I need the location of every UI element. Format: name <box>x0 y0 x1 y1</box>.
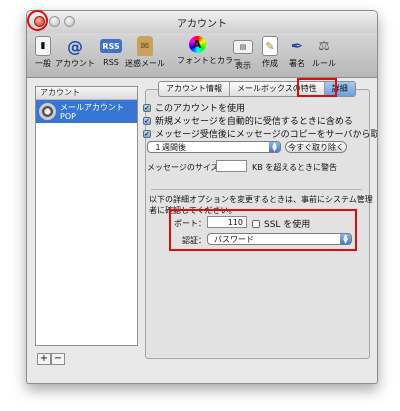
rss-icon: RSS <box>100 39 122 53</box>
size-warning-prefix: メッセージのサイズが <box>147 163 227 172</box>
size-warning-suffix: KB を超えるときに警告 <box>252 163 338 172</box>
account-type: POP <box>60 112 76 121</box>
toolbar-fonts-colors[interactable]: A フォントとカラー <box>177 36 241 66</box>
toolbar-label: 迷惑メール <box>125 59 165 68</box>
toolbar-rules[interactable]: ⚖ ルール <box>304 36 344 69</box>
help-button[interactable]: ? <box>377 363 378 377</box>
delete-from-server-checkbox[interactable]: ✓ <box>143 129 151 138</box>
advanced-note-line1: 以下の詳細オプションを変更するときは、事前にシステム管理 <box>149 195 373 204</box>
add-account-button[interactable]: + <box>37 353 51 365</box>
highlight-box-advanced-tab <box>297 78 337 97</box>
title-bar: アカウント <box>27 11 377 33</box>
fonts-colors-icon: A <box>188 36 206 53</box>
delete-from-server-row[interactable]: ✓ メッセージ受信後にメッセージのコピーをサーバから取り除く： <box>143 127 378 140</box>
junk-mail-bag-icon: ✉ <box>137 36 153 56</box>
account-item[interactable]: メールアカウント POP <box>36 100 137 123</box>
auto-receive-checkbox[interactable]: ✓ <box>143 116 151 125</box>
composing-pencil-icon: ✎ <box>262 36 278 56</box>
highlight-ring-close <box>27 10 48 31</box>
delete-from-server-label: メッセージ受信後にメッセージのコピーをサーバから取り除く： <box>155 130 378 140</box>
account-list-header: アカウント <box>36 87 137 100</box>
popup-arrows-icon: ▲ ▼ <box>269 142 280 153</box>
toolbar-label: フォントとカラー <box>177 56 241 65</box>
enable-account-row[interactable]: ✓ このアカウントを使用 <box>143 101 245 114</box>
toolbar-accounts[interactable]: @ アカウント <box>55 36 95 69</box>
general-switch-icon: ▮ <box>35 36 51 56</box>
rules-icon: ⚖ <box>318 38 330 54</box>
auto-receive-row[interactable]: ✓ 新規メッセージを自動的に受信するときに含める <box>143 114 353 127</box>
enable-account-checkbox[interactable]: ✓ <box>143 103 151 112</box>
toolbar: ▮ 一般 @ アカウント RSS RSS ✉ 迷惑メール A フォントとカラー … <box>27 33 377 78</box>
preferences-window: アカウント ▮ 一般 @ アカウント RSS RSS ✉ 迷惑メール A フォン… <box>26 10 378 384</box>
toolbar-label: ルール <box>312 59 336 68</box>
highlight-box-port-auth <box>169 209 357 251</box>
window-title: アカウント <box>177 19 227 30</box>
toolbar-label: アカウント <box>55 59 95 68</box>
tab-account-info[interactable]: アカウント情報 <box>159 82 230 96</box>
auto-receive-label: 新規メッセージを自動的に受信するときに含める <box>155 117 353 127</box>
account-list: アカウント メールアカウント POP <box>35 86 138 346</box>
section-divider <box>151 189 362 190</box>
remove-account-button[interactable]: − <box>51 353 65 365</box>
account-icon <box>39 103 56 120</box>
at-sign-icon: @ <box>67 36 83 56</box>
delete-period-popup[interactable]: １週間後 ▲ ▼ <box>147 141 281 153</box>
remove-now-button[interactable]: 今すぐ取り除く <box>285 141 347 153</box>
enable-account-label: このアカウントを使用 <box>155 104 246 114</box>
delete-period-value: １週間後 <box>154 143 186 152</box>
toolbar-junk-mail[interactable]: ✉ 迷惑メール <box>125 36 165 69</box>
size-warning-input[interactable] <box>216 160 247 172</box>
